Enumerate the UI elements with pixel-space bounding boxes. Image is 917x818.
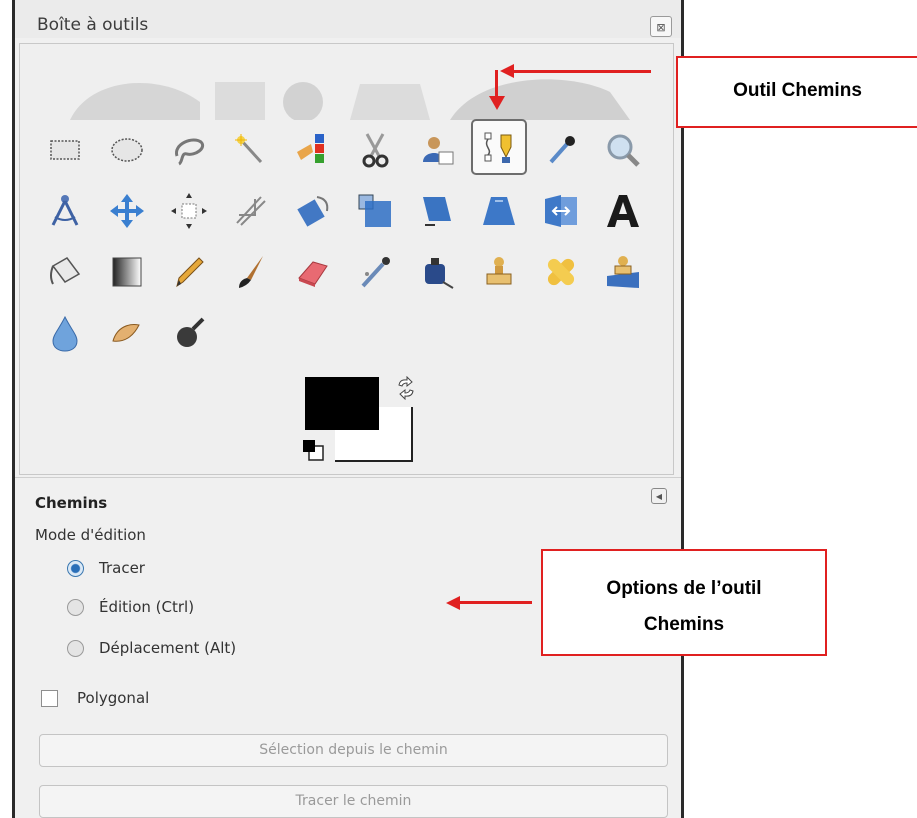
move-icon bbox=[110, 194, 144, 228]
collapse-options-button[interactable]: ◀ bbox=[651, 488, 667, 504]
perspective-clone-icon bbox=[607, 256, 639, 288]
flip-icon bbox=[545, 195, 577, 227]
align-tool[interactable] bbox=[161, 183, 217, 239]
shear-tool[interactable] bbox=[409, 183, 465, 239]
lasso-select-tool[interactable] bbox=[161, 122, 217, 178]
selection-from-path-button[interactable]: Sélection depuis le chemin bbox=[39, 734, 668, 767]
bucket-fill-icon bbox=[50, 257, 81, 285]
ink-icon bbox=[425, 258, 454, 289]
rotate-tool[interactable] bbox=[285, 183, 341, 239]
polygonal-label: Polygonal bbox=[77, 689, 150, 707]
options-callout: Options de l’outil Chemins bbox=[541, 549, 827, 656]
title-bar: Boîte à outils ⊠ bbox=[15, 0, 684, 38]
blend-icon bbox=[112, 257, 142, 287]
swap-colors-icon[interactable] bbox=[394, 376, 418, 400]
dodge-burn-icon bbox=[177, 317, 205, 347]
scale-tool[interactable] bbox=[347, 183, 403, 239]
window-title: Boîte à outils bbox=[37, 15, 149, 35]
clone-tool[interactable] bbox=[471, 244, 527, 300]
clone-icon bbox=[486, 257, 512, 285]
shear-icon bbox=[423, 197, 451, 226]
radio-tracer-label: Tracer bbox=[99, 559, 145, 577]
tool-callout-arrow-line bbox=[512, 70, 651, 73]
tool-options-title: Chemins bbox=[35, 494, 108, 512]
perspective-clone-tool[interactable] bbox=[595, 244, 651, 300]
radio-tracer[interactable] bbox=[67, 560, 84, 577]
measure-tool[interactable] bbox=[37, 183, 93, 239]
color-select-icon bbox=[297, 134, 324, 163]
polygonal-checkbox[interactable] bbox=[41, 690, 58, 707]
foreground-color-swatch[interactable] bbox=[305, 377, 379, 430]
wilber-logo-watermark-icon bbox=[70, 79, 630, 120]
smudge-icon bbox=[112, 324, 140, 342]
paths-tool[interactable] bbox=[471, 119, 527, 175]
radio-deplacement-label: Déplacement (Alt) bbox=[99, 639, 237, 657]
edit-mode-label: Mode d'édition bbox=[35, 526, 146, 544]
blend-tool[interactable] bbox=[99, 244, 155, 300]
options-arrow-head-icon bbox=[446, 596, 460, 610]
radio-edition[interactable] bbox=[67, 599, 84, 616]
eraser-icon bbox=[298, 261, 328, 287]
text-tool[interactable] bbox=[595, 183, 651, 239]
heal-tool[interactable] bbox=[533, 244, 589, 300]
color-select-tool[interactable] bbox=[285, 122, 341, 178]
rotate-icon bbox=[297, 196, 329, 227]
perspective-tool[interactable] bbox=[471, 183, 527, 239]
airbrush-tool[interactable] bbox=[347, 244, 403, 300]
paintbrush-tool[interactable] bbox=[223, 244, 279, 300]
close-button[interactable]: ⊠ bbox=[650, 16, 672, 37]
options-callout-line2: Chemins bbox=[643, 614, 725, 635]
zoom-tool[interactable] bbox=[595, 122, 651, 178]
options-callout-line1: Options de l’outil bbox=[606, 578, 762, 599]
align-icon bbox=[171, 193, 207, 229]
radio-edition-label: Édition (Ctrl) bbox=[99, 598, 195, 616]
foreground-select-icon bbox=[423, 137, 454, 165]
color-picker-icon bbox=[549, 136, 575, 164]
pencil-icon bbox=[176, 257, 204, 288]
dodge-burn-tool[interactable] bbox=[161, 305, 217, 361]
tool-callout: Outil Chemins bbox=[676, 56, 917, 128]
move-tool[interactable] bbox=[99, 183, 155, 239]
ellipse-select-tool[interactable] bbox=[99, 122, 155, 178]
color-picker-tool[interactable] bbox=[533, 122, 589, 178]
radio-deplacement[interactable] bbox=[67, 640, 84, 657]
crop-tool[interactable] bbox=[223, 183, 279, 239]
heal-icon bbox=[547, 258, 575, 286]
ellipse-select-icon bbox=[111, 138, 143, 162]
paths-icon bbox=[484, 132, 512, 163]
scissors-select-icon bbox=[362, 133, 389, 168]
blur-sharpen-icon bbox=[52, 315, 78, 352]
fuzzy-select-tool[interactable] bbox=[223, 122, 279, 178]
tool-palette bbox=[19, 43, 674, 475]
toolbox-window: Boîte à outils ⊠ Chemins ◀ Mode d'éditio… bbox=[12, 0, 684, 818]
ink-tool[interactable] bbox=[409, 244, 465, 300]
eraser-tool[interactable] bbox=[285, 244, 341, 300]
smudge-tool[interactable] bbox=[99, 305, 155, 361]
rect-select-tool[interactable] bbox=[37, 122, 93, 178]
blur-sharpen-tool[interactable] bbox=[37, 305, 93, 361]
scale-icon bbox=[358, 194, 391, 227]
zoom-icon bbox=[607, 134, 640, 167]
default-colors-icon[interactable] bbox=[301, 436, 327, 462]
crop-icon bbox=[236, 196, 266, 226]
paintbrush-icon bbox=[239, 256, 263, 288]
measure-icon bbox=[51, 195, 79, 226]
stroke-path-button[interactable]: Tracer le chemin bbox=[39, 785, 668, 818]
pencil-tool[interactable] bbox=[161, 244, 217, 300]
options-divider bbox=[15, 477, 684, 478]
options-callout-arrow-line bbox=[460, 601, 532, 604]
bucket-fill-tool[interactable] bbox=[37, 244, 93, 300]
foreground-select-tool[interactable] bbox=[409, 122, 465, 178]
perspective-icon bbox=[483, 197, 515, 225]
lasso-select-icon bbox=[175, 138, 204, 166]
tool-arrow-down-head-icon bbox=[489, 96, 505, 110]
tool-arrow-head-icon bbox=[500, 64, 514, 78]
scissors-select-tool[interactable] bbox=[347, 122, 403, 178]
fuzzy-select-icon bbox=[235, 134, 263, 164]
flip-tool[interactable] bbox=[533, 183, 589, 239]
rect-select-icon bbox=[50, 140, 80, 160]
text-icon bbox=[607, 195, 639, 227]
airbrush-icon bbox=[361, 257, 390, 288]
